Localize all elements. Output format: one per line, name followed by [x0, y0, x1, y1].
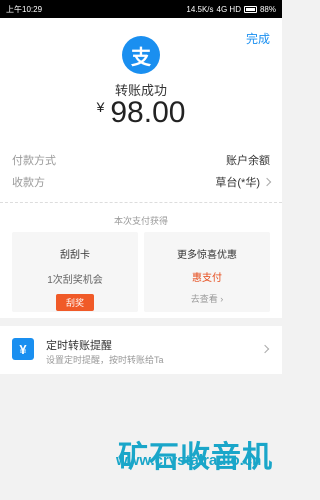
yen-clock-icon: ¥: [12, 338, 34, 360]
payee-row[interactable]: 收款方 草台(*华): [12, 174, 272, 190]
obtained-title: 本次支付获得: [113, 216, 168, 226]
chevron-right-icon: [262, 177, 272, 187]
currency-symbol: ¥: [96, 99, 105, 115]
promo-card[interactable]: 更多惊喜优惠 惠支付 去查看 ›: [144, 232, 270, 312]
promo-highlight: 惠支付: [192, 273, 222, 284]
divider: [0, 202, 282, 203]
scheduled-transfer-reminder[interactable]: ¥ 定时转账提醒 设置定时提醒，按时转账给Ta: [0, 326, 282, 374]
reminder-subtitle: 设置定时提醒，按时转账给Ta: [46, 355, 164, 365]
scratch-button[interactable]: 刮奖: [55, 294, 94, 311]
network-speed: 14.5K/s: [186, 4, 214, 14]
status-indicators: 14.5K/s 4G HD 88%: [186, 5, 276, 14]
battery-level: 88%: [259, 4, 276, 14]
scratch-card-subtitle: 1次刮奖机会: [47, 275, 103, 286]
payee-value: 草台(*华): [215, 177, 260, 189]
payee-label: 收款方: [12, 177, 45, 189]
chevron-right-icon: [260, 344, 270, 354]
payment-method-value: 账户余额: [226, 155, 270, 167]
payment-method-label: 付款方式: [12, 155, 56, 167]
result-panel: 完成 支 转账成功 ¥98.00 付款方式 账户余额 收款方 草台(*华) 本次…: [0, 18, 282, 318]
status-time: 上午10:29: [6, 4, 43, 14]
amount-display: ¥98.00: [0, 96, 282, 130]
done-button[interactable]: 完成: [246, 30, 270, 47]
status-bar: 上午10:29 14.5K/s 4G HD 88%: [0, 0, 282, 18]
alipay-logo-icon: 支: [122, 36, 160, 74]
payee-value-group: 草台(*华): [215, 174, 272, 190]
amount-value: 98.00: [110, 96, 186, 129]
reminder-title: 定时转账提醒: [46, 340, 112, 352]
scratch-card-title: 刮刮卡: [60, 250, 90, 261]
payment-method-row: 付款方式 账户余额: [12, 152, 270, 168]
scratch-card[interactable]: 刮刮卡 1次刮奖机会 刮奖: [12, 232, 138, 312]
promo-card-title: 更多惊喜优惠: [177, 250, 237, 261]
signal-indicator: 4G HD: [216, 4, 241, 14]
promo-view-link[interactable]: 去查看 ›: [144, 292, 270, 305]
battery-icon: [243, 5, 257, 13]
watermark-url: www.crystalradio.cn: [116, 452, 262, 469]
